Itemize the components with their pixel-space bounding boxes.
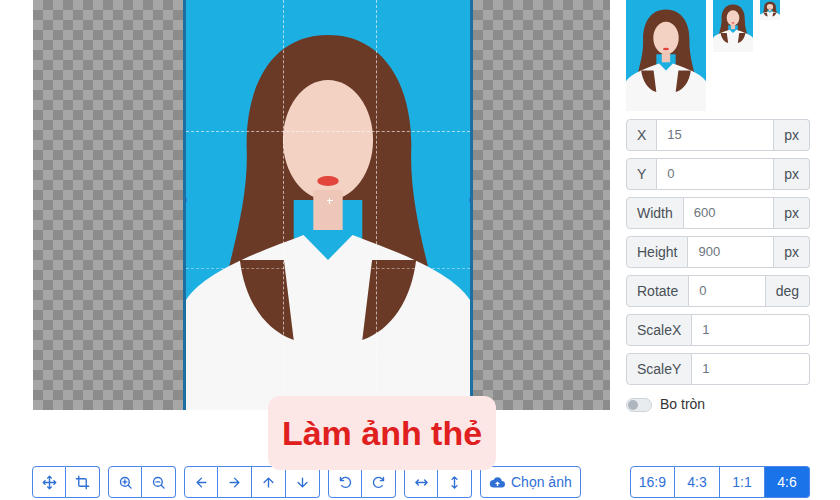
crop-guide-line	[186, 268, 470, 269]
field-input[interactable]	[657, 119, 774, 151]
tool-group	[108, 466, 176, 498]
aspect-ratio-button[interactable]: 4:3	[675, 466, 720, 498]
field-group: Ypx	[626, 158, 810, 190]
tool-groups: Chọn ảnh	[32, 466, 581, 498]
aspect-ratio-button[interactable]: 16:9	[630, 466, 675, 498]
round-toggle[interactable]	[626, 398, 652, 412]
aspect-ratio-group: 16:94:31:14:6	[630, 466, 810, 498]
field-group: ScaleY	[626, 353, 810, 385]
image-canvas[interactable]	[33, 0, 610, 410]
crop-box[interactable]	[183, 0, 473, 410]
tool-group	[32, 466, 100, 498]
field-unit: px	[774, 197, 810, 229]
field-unit: px	[774, 119, 810, 151]
cloud-upload-icon	[489, 474, 506, 491]
aspect-ratio-button[interactable]: 1:1	[720, 466, 765, 498]
arrow-down-icon	[295, 475, 310, 490]
flip-vertical-button[interactable]	[438, 466, 472, 498]
move-button[interactable]	[32, 466, 66, 498]
field-label: X	[626, 119, 657, 151]
preview-thumbnail	[760, 0, 780, 20]
round-toggle-row: Bo tròn	[626, 394, 810, 415]
field-group: Xpx	[626, 119, 810, 151]
field-unit: px	[774, 236, 810, 268]
preview-thumbnail	[626, 0, 706, 111]
portrait-photo	[186, 0, 470, 410]
crop-guide-line	[283, 0, 284, 410]
field-unit: px	[774, 158, 810, 190]
arrow-right-button[interactable]	[218, 466, 252, 498]
center-mark	[329, 198, 330, 204]
field-group: Height px	[626, 236, 810, 268]
field-input[interactable]	[684, 197, 774, 229]
field-label: Rotate	[626, 275, 689, 307]
crop-button[interactable]	[66, 466, 100, 498]
field-label: ScaleX	[626, 314, 692, 346]
arrow-left-icon	[194, 475, 209, 490]
field-label: ScaleY	[626, 353, 692, 385]
rotate-right-icon	[371, 475, 386, 490]
field-label: Height	[626, 236, 688, 268]
field-input[interactable]	[692, 353, 810, 385]
flip-vertical-icon	[447, 475, 462, 490]
caption-text: Làm ảnh thẻ	[282, 416, 482, 450]
field-input[interactable]	[688, 236, 774, 268]
center-mark	[327, 200, 333, 201]
crop-guide-line	[186, 131, 470, 132]
preview-thumbnail	[713, 0, 753, 52]
crop-guide-line	[376, 0, 377, 410]
aspect-ratio-button[interactable]: 4:6	[765, 466, 810, 498]
field-group: Width px	[626, 197, 810, 229]
field-input[interactable]	[657, 158, 774, 190]
rotate-left-icon	[338, 475, 353, 490]
toggle-label: Bo tròn	[660, 394, 705, 415]
preview-image	[626, 0, 706, 111]
arrow-up-icon	[261, 475, 276, 490]
arrow-down-button[interactable]	[286, 466, 320, 498]
zoom-in-icon	[118, 475, 133, 490]
rotate-left-button[interactable]	[328, 466, 362, 498]
preview-thumbnails	[626, 0, 810, 111]
crop-handle[interactable]	[183, 198, 187, 202]
move-icon	[42, 475, 57, 490]
preview-image	[760, 0, 780, 20]
zoom-out-button[interactable]	[142, 466, 176, 498]
crop-icon	[75, 475, 90, 490]
flip-horizontal-icon	[414, 475, 429, 490]
choose-image-label: Chọn ảnh	[511, 472, 572, 493]
field-label: Y	[626, 158, 657, 190]
zoom-in-button[interactable]	[108, 466, 142, 498]
arrow-up-button[interactable]	[252, 466, 286, 498]
field-input[interactable]	[692, 314, 810, 346]
field-label: Width	[626, 197, 684, 229]
choose-image-button[interactable]: Chọn ảnh	[480, 466, 581, 498]
tool-group	[328, 466, 396, 498]
field-input[interactable]	[689, 275, 765, 307]
rotate-right-button[interactable]	[362, 466, 396, 498]
arrow-right-icon	[227, 475, 242, 490]
tool-group	[184, 466, 320, 498]
crop-handle[interactable]	[469, 198, 473, 202]
field-unit: deg	[766, 275, 810, 307]
arrow-left-button[interactable]	[184, 466, 218, 498]
preview-image	[713, 0, 753, 52]
tool-group	[404, 466, 472, 498]
toggle-knob	[628, 400, 638, 410]
zoom-out-icon	[151, 475, 166, 490]
transform-fields: XpxYpxWidthpxHeightpxRotatedegScaleXScal…	[626, 119, 810, 385]
field-group: ScaleX	[626, 314, 810, 346]
field-group: Rotate deg	[626, 275, 810, 307]
flip-horizontal-button[interactable]	[404, 466, 438, 498]
caption-badge: Làm ảnh thẻ	[268, 396, 496, 470]
